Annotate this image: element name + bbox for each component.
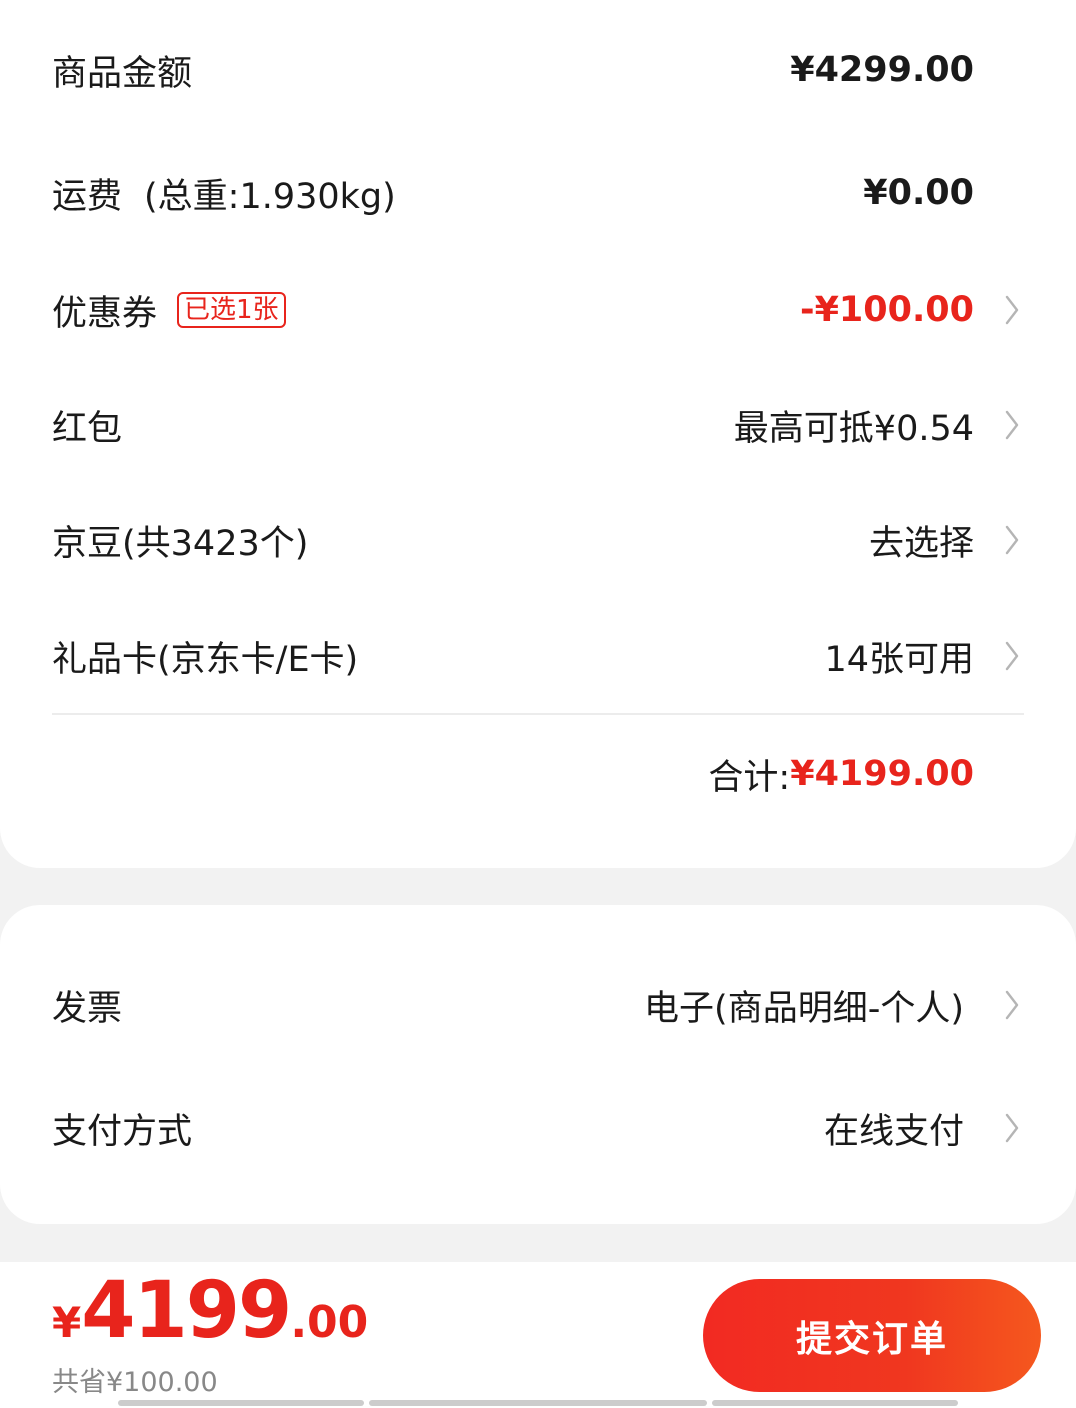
gift-card-row[interactable]: 礼品卡(京东卡/E卡) 14张可用 [52, 626, 1024, 686]
coupon-row[interactable]: 优惠券 已选1张 -¥100.00 [52, 280, 1024, 340]
divider [52, 713, 1024, 715]
home-indicator [712, 1400, 958, 1406]
coupon-label: 优惠券 [52, 293, 158, 334]
home-indicator [118, 1400, 364, 1406]
red-packet-row[interactable]: 红包 最高可抵¥0.54 [52, 395, 1024, 455]
goods-amount-label: 商品金额 [52, 53, 193, 94]
total-row: 合计: ¥4199.00 [52, 744, 974, 804]
payment-method-value: 在线支付 [823, 1111, 964, 1152]
jd-beans-value: 去选择 [868, 523, 974, 564]
gift-card-value: 14张可用 [824, 639, 974, 680]
home-indicator [369, 1400, 707, 1406]
pay-amount-decimal: .00 [290, 1297, 369, 1348]
payment-method-row[interactable]: 支付方式 在线支付 [52, 1098, 1024, 1158]
chevron-right-icon [1000, 636, 1024, 676]
chevron-right-icon [1000, 985, 1024, 1025]
saved-amount: 共省¥100.00 [52, 1367, 218, 1398]
chevron-right-icon [1000, 1108, 1024, 1148]
shipping-row: 运费 (总重:1.930kg) ¥0.00 [52, 163, 1024, 223]
red-packet-value: 最高可抵¥0.54 [733, 408, 974, 449]
order-options-card: 发票 电子(商品明细-个人) 支付方式 在线支付 [0, 905, 1076, 1224]
currency-symbol: ¥ [52, 1298, 82, 1347]
jd-beans-label: 京豆(共3423个) [52, 523, 309, 564]
pay-amount: ¥ 4199 .00 [52, 1266, 369, 1356]
jd-beans-row[interactable]: 京豆(共3423个) 去选择 [52, 510, 1024, 570]
coupon-value: -¥100.00 [800, 290, 974, 330]
chevron-right-icon [1000, 405, 1024, 445]
gift-card-label: 礼品卡(京东卡/E卡) [52, 639, 359, 680]
invoice-row[interactable]: 发票 电子(商品明细-个人) [52, 975, 1024, 1035]
submit-order-button[interactable]: 提交订单 [703, 1279, 1041, 1392]
pay-amount-integer: 4199 [81, 1266, 292, 1356]
invoice-value: 电子(商品明细-个人) [644, 988, 964, 1029]
chevron-right-icon [1000, 520, 1024, 560]
total-value: ¥4199.00 [790, 754, 974, 794]
payment-method-label: 支付方式 [52, 1111, 193, 1152]
red-packet-label: 红包 [52, 408, 123, 449]
chevron-right-icon [1000, 290, 1024, 330]
shipping-label: 运费 [52, 176, 123, 217]
shipping-value: ¥0.00 [863, 173, 974, 213]
coupon-selected-badge: 已选1张 [177, 292, 286, 328]
invoice-label: 发票 [52, 988, 123, 1029]
price-summary-card: 商品金额 ¥4299.00 运费 (总重:1.930kg) ¥0.00 优惠券 … [0, 0, 1076, 868]
total-label: 合计: [708, 757, 791, 798]
goods-amount-row: 商品金额 ¥4299.00 [52, 40, 1024, 100]
goods-amount-value: ¥4299.00 [790, 50, 974, 90]
shipping-weight: (总重:1.930kg) [144, 176, 396, 217]
